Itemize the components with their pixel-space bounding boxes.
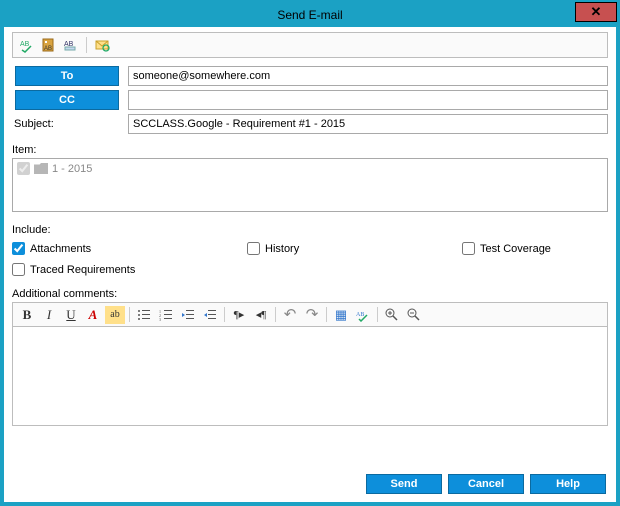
highlight-button[interactable]: ab bbox=[105, 306, 125, 324]
cc-button[interactable]: CC bbox=[15, 90, 119, 110]
bold-button[interactable]: B bbox=[17, 306, 37, 324]
titlebar: Send E-mail ✕ bbox=[3, 3, 617, 27]
separator bbox=[129, 307, 130, 322]
svg-text:3: 3 bbox=[159, 317, 161, 321]
separator bbox=[377, 307, 378, 322]
svg-text:AB: AB bbox=[20, 41, 30, 48]
footer: Send Cancel Help bbox=[366, 474, 606, 494]
folder-icon bbox=[34, 163, 48, 174]
subject-label: Subject: bbox=[12, 118, 122, 130]
comments-label: Additional comments: bbox=[12, 288, 608, 300]
item-row[interactable]: 1 - 2015 bbox=[17, 162, 603, 175]
subject-row: Subject: bbox=[12, 114, 608, 134]
history-checkbox[interactable] bbox=[247, 242, 260, 255]
attachments-checkbox[interactable] bbox=[12, 242, 25, 255]
item-label: Item: bbox=[12, 144, 608, 156]
redo-button[interactable]: ↷ bbox=[302, 306, 322, 324]
separator bbox=[224, 307, 225, 322]
underline-button[interactable]: U bbox=[61, 306, 81, 324]
traced-option[interactable]: Traced Requirements bbox=[12, 263, 227, 276]
testcoverage-option[interactable]: Test Coverage bbox=[462, 242, 551, 255]
window-title: Send E-mail bbox=[3, 8, 617, 22]
include-label: Include: bbox=[12, 224, 608, 236]
options-icon[interactable] bbox=[93, 36, 111, 54]
zoomout-button[interactable] bbox=[404, 306, 424, 324]
separator bbox=[275, 307, 276, 322]
indent-button[interactable] bbox=[200, 306, 220, 324]
close-button[interactable]: ✕ bbox=[575, 2, 617, 22]
item-text: 1 - 2015 bbox=[52, 163, 92, 175]
cc-input[interactable] bbox=[128, 90, 608, 110]
item-checkbox[interactable] bbox=[17, 162, 30, 175]
rtl-button[interactable]: ◂¶ bbox=[251, 306, 271, 324]
help-button[interactable]: Help bbox=[530, 474, 606, 494]
close-icon: ✕ bbox=[591, 4, 602, 20]
cc-row: CC bbox=[12, 90, 608, 110]
testcoverage-label: Test Coverage bbox=[480, 243, 551, 255]
history-label: History bbox=[265, 243, 299, 255]
spellcheck-icon[interactable]: AB bbox=[18, 36, 36, 54]
attachments-option[interactable]: Attachments bbox=[12, 242, 227, 255]
address-book-icon[interactable]: AB bbox=[40, 36, 58, 54]
separator bbox=[326, 307, 327, 322]
cancel-button[interactable]: Cancel bbox=[448, 474, 524, 494]
item-box: 1 - 2015 bbox=[12, 158, 608, 212]
subject-input[interactable] bbox=[128, 114, 608, 134]
bullets-button[interactable] bbox=[134, 306, 154, 324]
table-button[interactable]: ▦ bbox=[331, 306, 351, 324]
formatting-icon[interactable]: AB bbox=[62, 36, 80, 54]
traced-checkbox[interactable] bbox=[12, 263, 25, 276]
history-option[interactable]: History bbox=[247, 242, 442, 255]
send-button[interactable]: Send bbox=[366, 474, 442, 494]
to-row: To bbox=[12, 66, 608, 86]
separator bbox=[86, 37, 87, 53]
svg-text:AB: AB bbox=[356, 312, 364, 318]
fontcolor-button[interactable]: A bbox=[83, 306, 103, 324]
to-button[interactable]: To bbox=[15, 66, 119, 86]
attachments-label: Attachments bbox=[30, 243, 91, 255]
italic-button[interactable]: I bbox=[39, 306, 59, 324]
traced-label: Traced Requirements bbox=[30, 264, 135, 276]
ltr-button[interactable]: ¶▸ bbox=[229, 306, 249, 324]
svg-text:AB: AB bbox=[44, 46, 52, 52]
outdent-button[interactable] bbox=[178, 306, 198, 324]
editor-toolbar: B I U A ab 123 ¶▸ ◂¶ ↶ ↷ ▦ AB bbox=[12, 302, 608, 326]
top-toolbar: AB AB AB bbox=[12, 32, 608, 58]
include-row-1: Attachments History Test Coverage bbox=[12, 238, 608, 259]
testcoverage-checkbox[interactable] bbox=[462, 242, 475, 255]
include-row-2: Traced Requirements bbox=[12, 259, 608, 280]
spellcheck2-button[interactable]: AB bbox=[353, 306, 373, 324]
to-input[interactable] bbox=[128, 66, 608, 86]
numbers-button[interactable]: 123 bbox=[156, 306, 176, 324]
zoomin-button[interactable] bbox=[382, 306, 402, 324]
undo-button[interactable]: ↶ bbox=[280, 306, 300, 324]
editor-body[interactable] bbox=[12, 326, 608, 426]
